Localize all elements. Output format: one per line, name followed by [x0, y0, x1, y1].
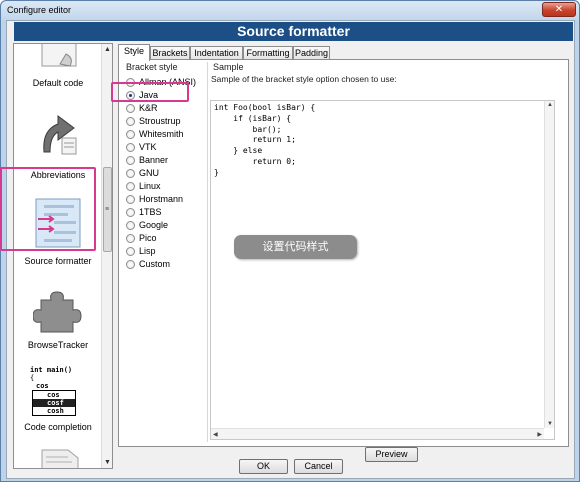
scroll-up-arrow-icon[interactable]: ▲	[103, 45, 112, 54]
group-divider	[207, 62, 208, 442]
category-label: Default code	[32, 78, 84, 88]
radio-button-icon	[126, 208, 135, 217]
radio-button-icon	[126, 117, 135, 126]
radio-button-icon	[126, 169, 135, 178]
category-label: Source formatter	[24, 256, 92, 266]
close-button[interactable]: ✕	[542, 2, 576, 17]
source-formatter-highlight	[0, 167, 96, 251]
next-category-icon	[41, 449, 79, 468]
category-scrollbar[interactable]: ▲ ≡ ▼	[101, 44, 112, 468]
scrollbar-thumb[interactable]: ≡	[103, 167, 112, 252]
scroll-down-arrow-icon[interactable]: ▼	[547, 421, 553, 427]
sample-title: Sample	[213, 62, 244, 72]
puzzle-piece-icon	[33, 291, 82, 333]
category-list[interactable]: Default code Abbreviations Source format…	[13, 43, 113, 469]
annotation-callout: 设置代码样式	[234, 235, 357, 259]
grip-icon: ≡	[105, 206, 110, 213]
scroll-down-arrow-icon[interactable]: ▼	[103, 458, 112, 467]
sample-horizontal-scrollbar[interactable]: ◀ ▶	[211, 428, 544, 439]
cancel-button[interactable]: Cancel	[294, 459, 343, 474]
default-code-icon	[41, 44, 77, 67]
category-browsetracker[interactable]: BrowseTracker	[14, 284, 102, 356]
radio-button-icon	[126, 130, 135, 139]
code-completion-icon: int main() { cos cos cosf cosh	[30, 366, 90, 418]
java-option-highlight	[111, 82, 189, 102]
tab-formatting[interactable]: Formatting	[243, 46, 293, 60]
category-code-completion[interactable]: int main() { cos cos cosf cosh Code comp…	[14, 366, 102, 438]
abbreviations-icon	[43, 115, 77, 155]
title-bar[interactable]: Configure editor ✕	[1, 1, 579, 20]
bracket-style-title: Bracket style	[126, 62, 178, 72]
sample-code: int Foo(bool isBar) { if (isBar) { bar()…	[214, 103, 316, 177]
tab-indentation[interactable]: Indentation	[190, 46, 243, 60]
sample-description: Sample of the bracket style option chose…	[211, 74, 397, 84]
scroll-left-arrow-icon[interactable]: ◀	[213, 431, 218, 438]
radio-button-icon	[126, 182, 135, 191]
radio-button-icon	[126, 143, 135, 152]
scroll-right-arrow-icon[interactable]: ▶	[537, 431, 542, 438]
window-title: Configure editor	[7, 5, 72, 15]
radio-button-icon	[126, 104, 135, 113]
radio-button-icon	[126, 195, 135, 204]
radio-button-icon	[126, 221, 135, 230]
tab-style[interactable]: Style	[118, 44, 150, 61]
category-label: BrowseTracker	[27, 340, 89, 350]
category-default-code[interactable]: Default code	[14, 44, 102, 96]
preview-button[interactable]: Preview	[365, 447, 418, 462]
ok-button[interactable]: OK	[239, 459, 288, 474]
tab-padding[interactable]: Padding	[293, 46, 330, 60]
tab-brackets[interactable]: Brackets	[150, 46, 190, 60]
category-label: Code completion	[24, 422, 92, 432]
radio-button-icon	[126, 247, 135, 256]
sample-code-view[interactable]: int Foo(bool isBar) { if (isBar) { bar()…	[210, 100, 555, 440]
page-banner: Source formatter	[14, 22, 573, 41]
radio-button-icon	[126, 234, 135, 243]
scroll-up-arrow-icon[interactable]: ▲	[547, 102, 553, 108]
radio-button-icon	[126, 260, 135, 269]
radio-button-icon	[126, 156, 135, 165]
sample-vertical-scrollbar[interactable]: ▲ ▼	[544, 101, 554, 428]
